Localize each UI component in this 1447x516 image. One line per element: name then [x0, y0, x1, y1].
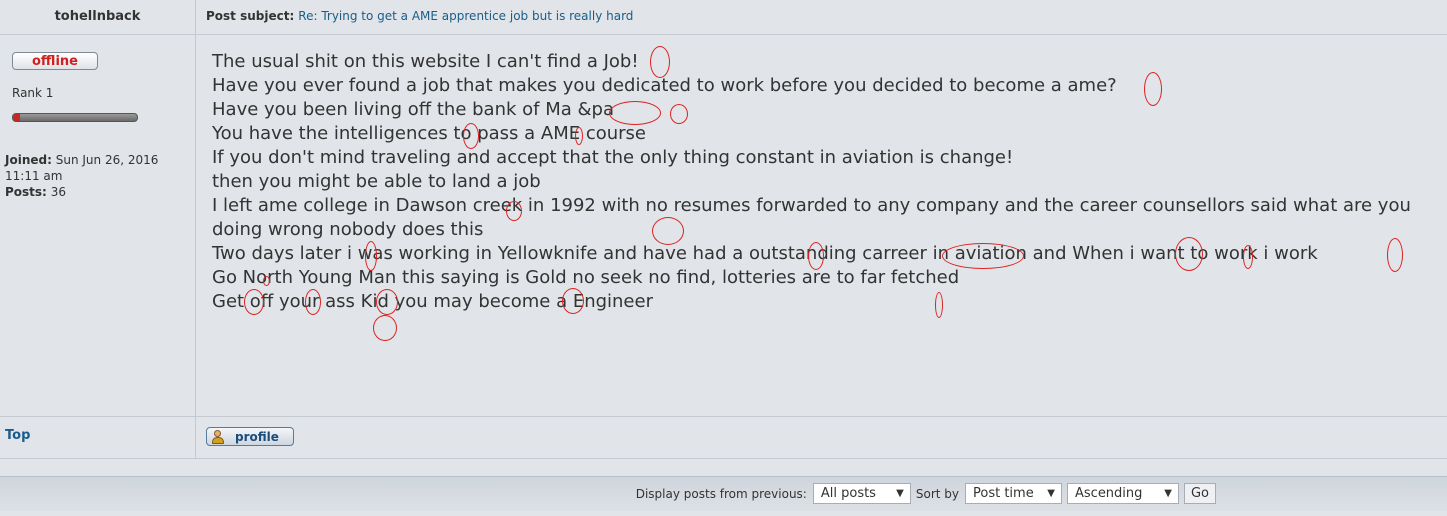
sort-order-select[interactable]: Ascending ▼	[1067, 483, 1179, 504]
posts-count: 36	[50, 185, 66, 199]
chevron-down-icon: ▼	[1164, 488, 1172, 499]
post-line: I left ame college in Dawson creek in 19…	[212, 195, 1411, 240]
joined-label: Joined:	[5, 153, 52, 167]
display-posts-value: All posts	[820, 486, 876, 501]
go-button[interactable]: Go	[1184, 483, 1216, 504]
post-content: The usual shit on this website I can't f…	[212, 50, 1427, 314]
rank-progress-bar	[12, 113, 138, 122]
post-subject-link[interactable]: Re: Trying to get a AME apprentice job b…	[298, 9, 633, 23]
post-body: The usual shit on this website I can't f…	[196, 35, 1447, 417]
post-line: Get off your ass Kid you may become a En…	[212, 291, 653, 312]
sort-by-label: Sort by	[915, 486, 959, 501]
post-subject-label: Post subject:	[206, 9, 295, 23]
author-profile-column: offline Rank 1 Joined: Sun Jun 26, 2016 …	[0, 35, 196, 417]
display-posts-select[interactable]: All posts ▼	[812, 483, 911, 504]
post-container: tohellnback Post subject: Re: Trying to …	[0, 0, 1447, 459]
chevron-down-icon: ▼	[1047, 488, 1055, 499]
offline-status-badge: offline	[12, 52, 98, 70]
post-line: Have you ever found a job that makes you…	[212, 75, 1117, 96]
post-subject-header: Post subject: Re: Trying to get a AME ap…	[196, 0, 1447, 35]
posts-label: Posts:	[5, 185, 47, 199]
sort-by-select[interactable]: Post time ▼	[965, 483, 1062, 504]
post-line: Have you been living off the bank of Ma …	[212, 99, 614, 120]
topic-display-controls: Display posts from previous: All posts ▼…	[636, 483, 1216, 504]
post-line: Two days later i was working in Yellowkn…	[212, 243, 1318, 264]
profile-button-label: profile	[235, 429, 279, 444]
display-posts-label: Display posts from previous:	[635, 486, 807, 501]
post-line: You have the intelligences to pass a AME…	[212, 123, 647, 144]
post-line: If you don't mind traveling and accept t…	[212, 147, 1014, 168]
user-profile-icon	[211, 429, 225, 444]
annotation-circle	[373, 315, 397, 341]
rank-progress-fill	[13, 114, 21, 121]
rank-label: Rank 1	[12, 86, 54, 100]
post-line: Go North Young Man this saying is Gold n…	[212, 267, 960, 288]
author-details: Joined: Sun Jun 26, 2016 11:11 am Posts:…	[5, 152, 191, 200]
post-line: The usual shit on this website I can't f…	[212, 51, 639, 72]
chevron-down-icon: ▼	[896, 488, 904, 499]
sort-order-value: Ascending	[1075, 486, 1143, 501]
post-line: then you might be able to land a job	[212, 171, 541, 192]
sort-by-value: Post time	[973, 486, 1034, 501]
back-to-top-link[interactable]: Top	[5, 428, 30, 443]
post-author-name[interactable]: tohellnback	[0, 0, 196, 35]
profile-button[interactable]: profile	[206, 427, 294, 446]
